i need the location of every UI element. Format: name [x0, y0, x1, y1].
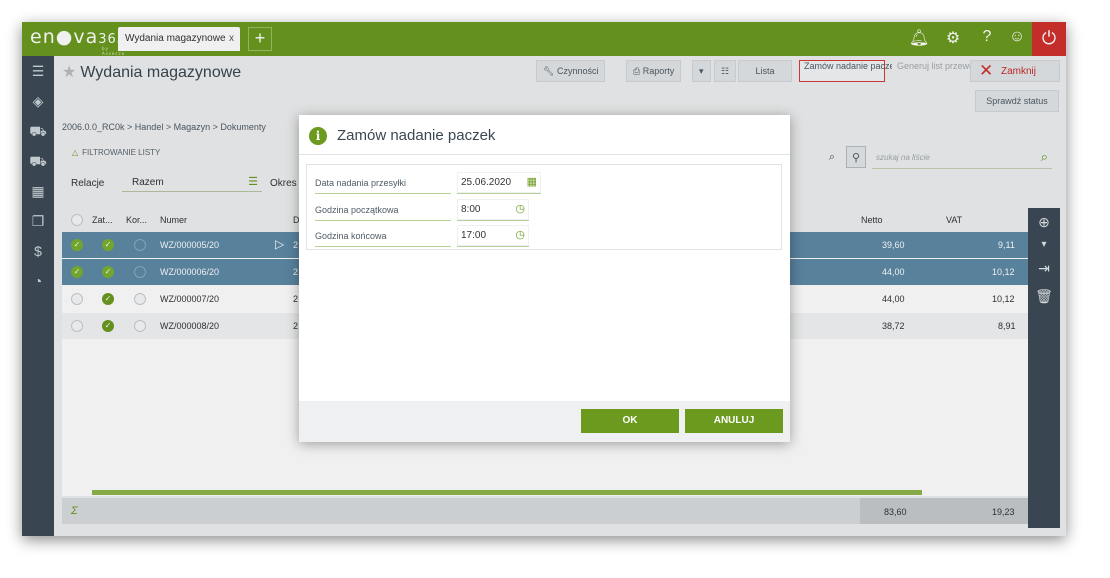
data-nadania-label: Data nadania przesyłki — [315, 172, 451, 194]
godzina-poczatkowa-field[interactable]: 8:00 ◷ — [457, 199, 529, 221]
form-row-godzina-poczatkowa: Godzina początkowa 8:00 ◷ — [315, 199, 775, 221]
godzina-koncowa-label: Godzina końcowa — [315, 225, 451, 247]
form-row-data-nadania: Data nadania przesyłki 25.06.2020 ▦ — [315, 172, 775, 194]
zamow-nadanie-paczek-dialog: i Zamów nadanie paczek Data nadania prze… — [299, 115, 790, 442]
clock-icon[interactable]: ◷ — [515, 202, 525, 215]
godzina-koncowa-field[interactable]: 17:00 ◷ — [457, 225, 529, 247]
info-icon: i — [309, 127, 327, 145]
clock-icon[interactable]: ◷ — [515, 228, 525, 241]
form-row-godzina-koncowa: Godzina końcowa 17:00 ◷ — [315, 225, 775, 247]
calendar-icon[interactable]: ▦ — [527, 175, 537, 188]
dialog-header: i Zamów nadanie paczek — [299, 115, 790, 155]
anuluj-button[interactable]: ANULUJ — [685, 409, 783, 433]
dialog-title: Zamów nadanie paczek — [337, 127, 496, 144]
ok-button[interactable]: OK — [581, 409, 679, 433]
dialog-footer: OK ANULUJ — [299, 401, 790, 442]
godzina-poczatkowa-label: Godzina początkowa — [315, 199, 451, 221]
data-nadania-field[interactable]: 25.06.2020 ▦ — [457, 172, 541, 194]
dialog-form: Data nadania przesyłki 25.06.2020 ▦ Godz… — [306, 164, 782, 250]
